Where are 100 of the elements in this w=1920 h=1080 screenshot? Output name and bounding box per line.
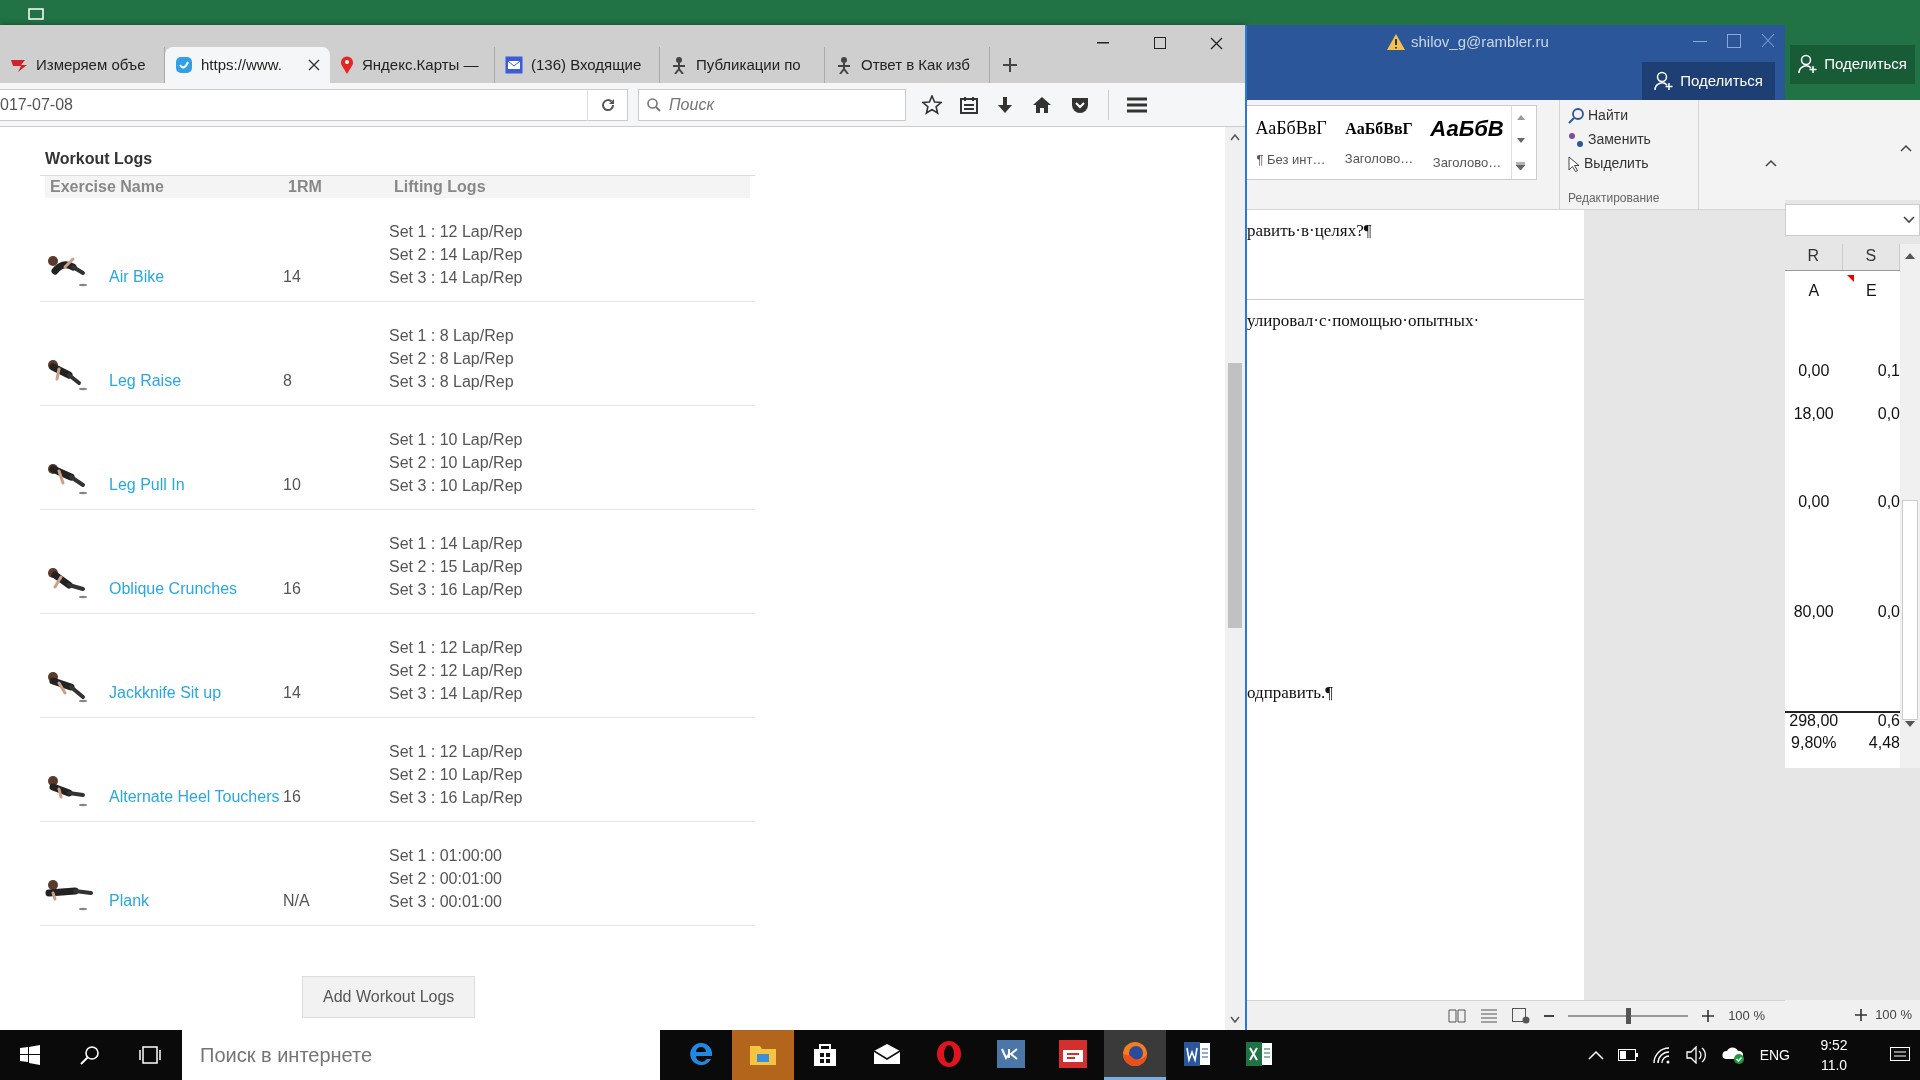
minus-icon[interactable] bbox=[1544, 1014, 1555, 1017]
browser-tab[interactable]: https://www. bbox=[165, 47, 330, 83]
maximize-icon[interactable] bbox=[1153, 37, 1166, 49]
find-button[interactable]: Найти bbox=[1568, 105, 1698, 126]
formula-field[interactable] bbox=[1785, 204, 1920, 236]
add-workout-logs-button[interactable]: Add Workout Logs bbox=[302, 976, 476, 1018]
plus-icon[interactable] bbox=[1855, 1009, 1868, 1021]
table-cell-text: 298,00 bbox=[1788, 711, 1840, 731]
set-text: Set 2 : 10 Lap/Rep bbox=[389, 765, 524, 785]
table-header: Exercise Name 1RM Lifting Logs bbox=[45, 176, 750, 198]
set-text: Set 2 : 12 Lap/Rep bbox=[389, 661, 524, 681]
figure-icon bbox=[670, 56, 688, 74]
ring-icon bbox=[936, 1039, 962, 1068]
set-text: Set 3 : 14 Lap/Rep bbox=[389, 268, 524, 288]
select-button[interactable]: Выделить bbox=[1568, 153, 1698, 174]
person-add-icon bbox=[1798, 54, 1819, 75]
volume-icon[interactable] bbox=[1685, 1046, 1708, 1064]
table-cell-text: 14 bbox=[283, 683, 302, 703]
search-box[interactable]: Поиск bbox=[638, 88, 906, 121]
battery-icon[interactable] bbox=[1617, 1049, 1638, 1061]
person-add-icon bbox=[1654, 70, 1675, 91]
more-icon[interactable] bbox=[1516, 161, 1525, 170]
section-heading: Workout Logs bbox=[45, 149, 154, 169]
share-button[interactable]: Поделиться bbox=[1642, 61, 1775, 100]
scroll-up-icon[interactable] bbox=[1516, 115, 1525, 121]
table-cell-text: 80,00 bbox=[1792, 602, 1835, 622]
slider-thumb[interactable] bbox=[1626, 1007, 1632, 1024]
close-icon[interactable] bbox=[1210, 36, 1223, 50]
set-text: Set 2 : 14 Lap/Rep bbox=[389, 245, 524, 265]
language-indicator[interactable]: ENG bbox=[1759, 1044, 1790, 1066]
scroll-down-icon[interactable] bbox=[1230, 1016, 1240, 1024]
style-item[interactable]: АаБбВ Заголово… bbox=[1423, 106, 1511, 179]
scrollbar[interactable] bbox=[1900, 244, 1920, 768]
minimize-icon[interactable] bbox=[1096, 42, 1109, 44]
table-cell-text: E bbox=[1864, 281, 1878, 301]
reading-list-icon[interactable] bbox=[960, 95, 978, 114]
search-icon[interactable] bbox=[80, 1045, 100, 1065]
table-cell-text: 0,00 bbox=[1797, 492, 1831, 512]
zoom-level: 100 % bbox=[1875, 1006, 1912, 1025]
toolbox-icon bbox=[1059, 1039, 1087, 1068]
wifi-icon[interactable] bbox=[1651, 1046, 1672, 1064]
collapse-icon[interactable] bbox=[1765, 159, 1777, 167]
replace-icon bbox=[1568, 131, 1584, 148]
clock[interactable]: 9:52 11.0 bbox=[1804, 1035, 1864, 1075]
set-text: Set 2 : 8 Lap/Rep bbox=[389, 349, 515, 369]
home-icon[interactable] bbox=[1032, 95, 1052, 114]
address-bar[interactable]: 017-07-08 bbox=[0, 88, 628, 121]
read-mode-icon[interactable] bbox=[1448, 1008, 1467, 1023]
browser-icon bbox=[688, 1040, 714, 1067]
excel-icon bbox=[1245, 1040, 1273, 1067]
new-tab-icon[interactable] bbox=[1002, 57, 1018, 73]
table-cell-text: A bbox=[1807, 281, 1821, 301]
chevron-icon[interactable] bbox=[1903, 216, 1915, 224]
plus-icon[interactable] bbox=[1702, 1009, 1715, 1022]
menu-icon[interactable] bbox=[1127, 96, 1147, 113]
scrollbar[interactable] bbox=[1225, 127, 1245, 1030]
scroll-up-icon[interactable] bbox=[1230, 133, 1240, 141]
reload-icon[interactable] bbox=[600, 97, 615, 112]
set-text: Set 1 : 01:00:00 bbox=[389, 846, 503, 866]
zoom-level: 100 % bbox=[1728, 1006, 1765, 1025]
comment-marker-icon bbox=[1847, 275, 1854, 282]
scroll-thumb[interactable] bbox=[1902, 500, 1918, 720]
table-cell-text: 4,48 bbox=[1867, 733, 1900, 753]
vk-icon bbox=[997, 1039, 1025, 1068]
set-text: Set 2 : 00:01:00 bbox=[389, 869, 503, 889]
set-text: Set 2 : 15 Lap/Rep bbox=[389, 557, 524, 577]
notifications-icon[interactable] bbox=[1890, 1047, 1910, 1063]
table-cell-text: 9,80% bbox=[1790, 733, 1838, 753]
window-icon[interactable] bbox=[28, 8, 44, 20]
set-text: Set 3 : 16 Lap/Rep bbox=[389, 788, 524, 808]
cloud-icon[interactable] bbox=[1721, 1045, 1746, 1065]
table-cell-text: 8 bbox=[283, 371, 293, 391]
star-icon[interactable] bbox=[922, 94, 942, 115]
pocket-icon[interactable] bbox=[1070, 95, 1090, 114]
warning-icon bbox=[1387, 34, 1405, 51]
table-cell-text: 10 bbox=[283, 475, 302, 495]
start-icon[interactable] bbox=[20, 1045, 40, 1065]
style-item[interactable]: АаБбВвГ ¶ Без инт… bbox=[1247, 106, 1335, 179]
web-layout-icon[interactable] bbox=[1512, 1007, 1531, 1024]
task-view-icon[interactable] bbox=[139, 1046, 161, 1064]
set-text: Set 3 : 8 Lap/Rep bbox=[389, 372, 515, 392]
collapse-icon[interactable] bbox=[1900, 144, 1912, 152]
table-cell-text: 16 bbox=[283, 787, 302, 807]
mail-icon bbox=[505, 56, 523, 74]
table-cell-text: 18,00 bbox=[1792, 404, 1835, 424]
share-button[interactable]: Поделиться bbox=[1790, 45, 1915, 84]
close-icon[interactable] bbox=[308, 59, 320, 71]
table-cell-text: 0,0 bbox=[1876, 492, 1900, 512]
style-item[interactable]: АаБбВвГ Заголово… bbox=[1335, 106, 1423, 179]
download-icon[interactable] bbox=[996, 95, 1014, 114]
scroll-down-icon[interactable] bbox=[1516, 138, 1525, 144]
table-cell-text: 0,00 bbox=[1797, 361, 1831, 381]
scroll-thumb[interactable] bbox=[1228, 363, 1242, 628]
chevron-up-icon[interactable] bbox=[1587, 1050, 1604, 1060]
replace-button[interactable]: Заменить bbox=[1568, 129, 1698, 150]
search-field[interactable]: Поиск в интернете bbox=[182, 1030, 660, 1080]
set-text: Set 1 : 12 Lap/Rep bbox=[389, 222, 524, 242]
search-icon bbox=[1568, 107, 1584, 124]
envelope-icon bbox=[873, 1042, 901, 1065]
scroll-up-icon[interactable] bbox=[1905, 252, 1915, 260]
